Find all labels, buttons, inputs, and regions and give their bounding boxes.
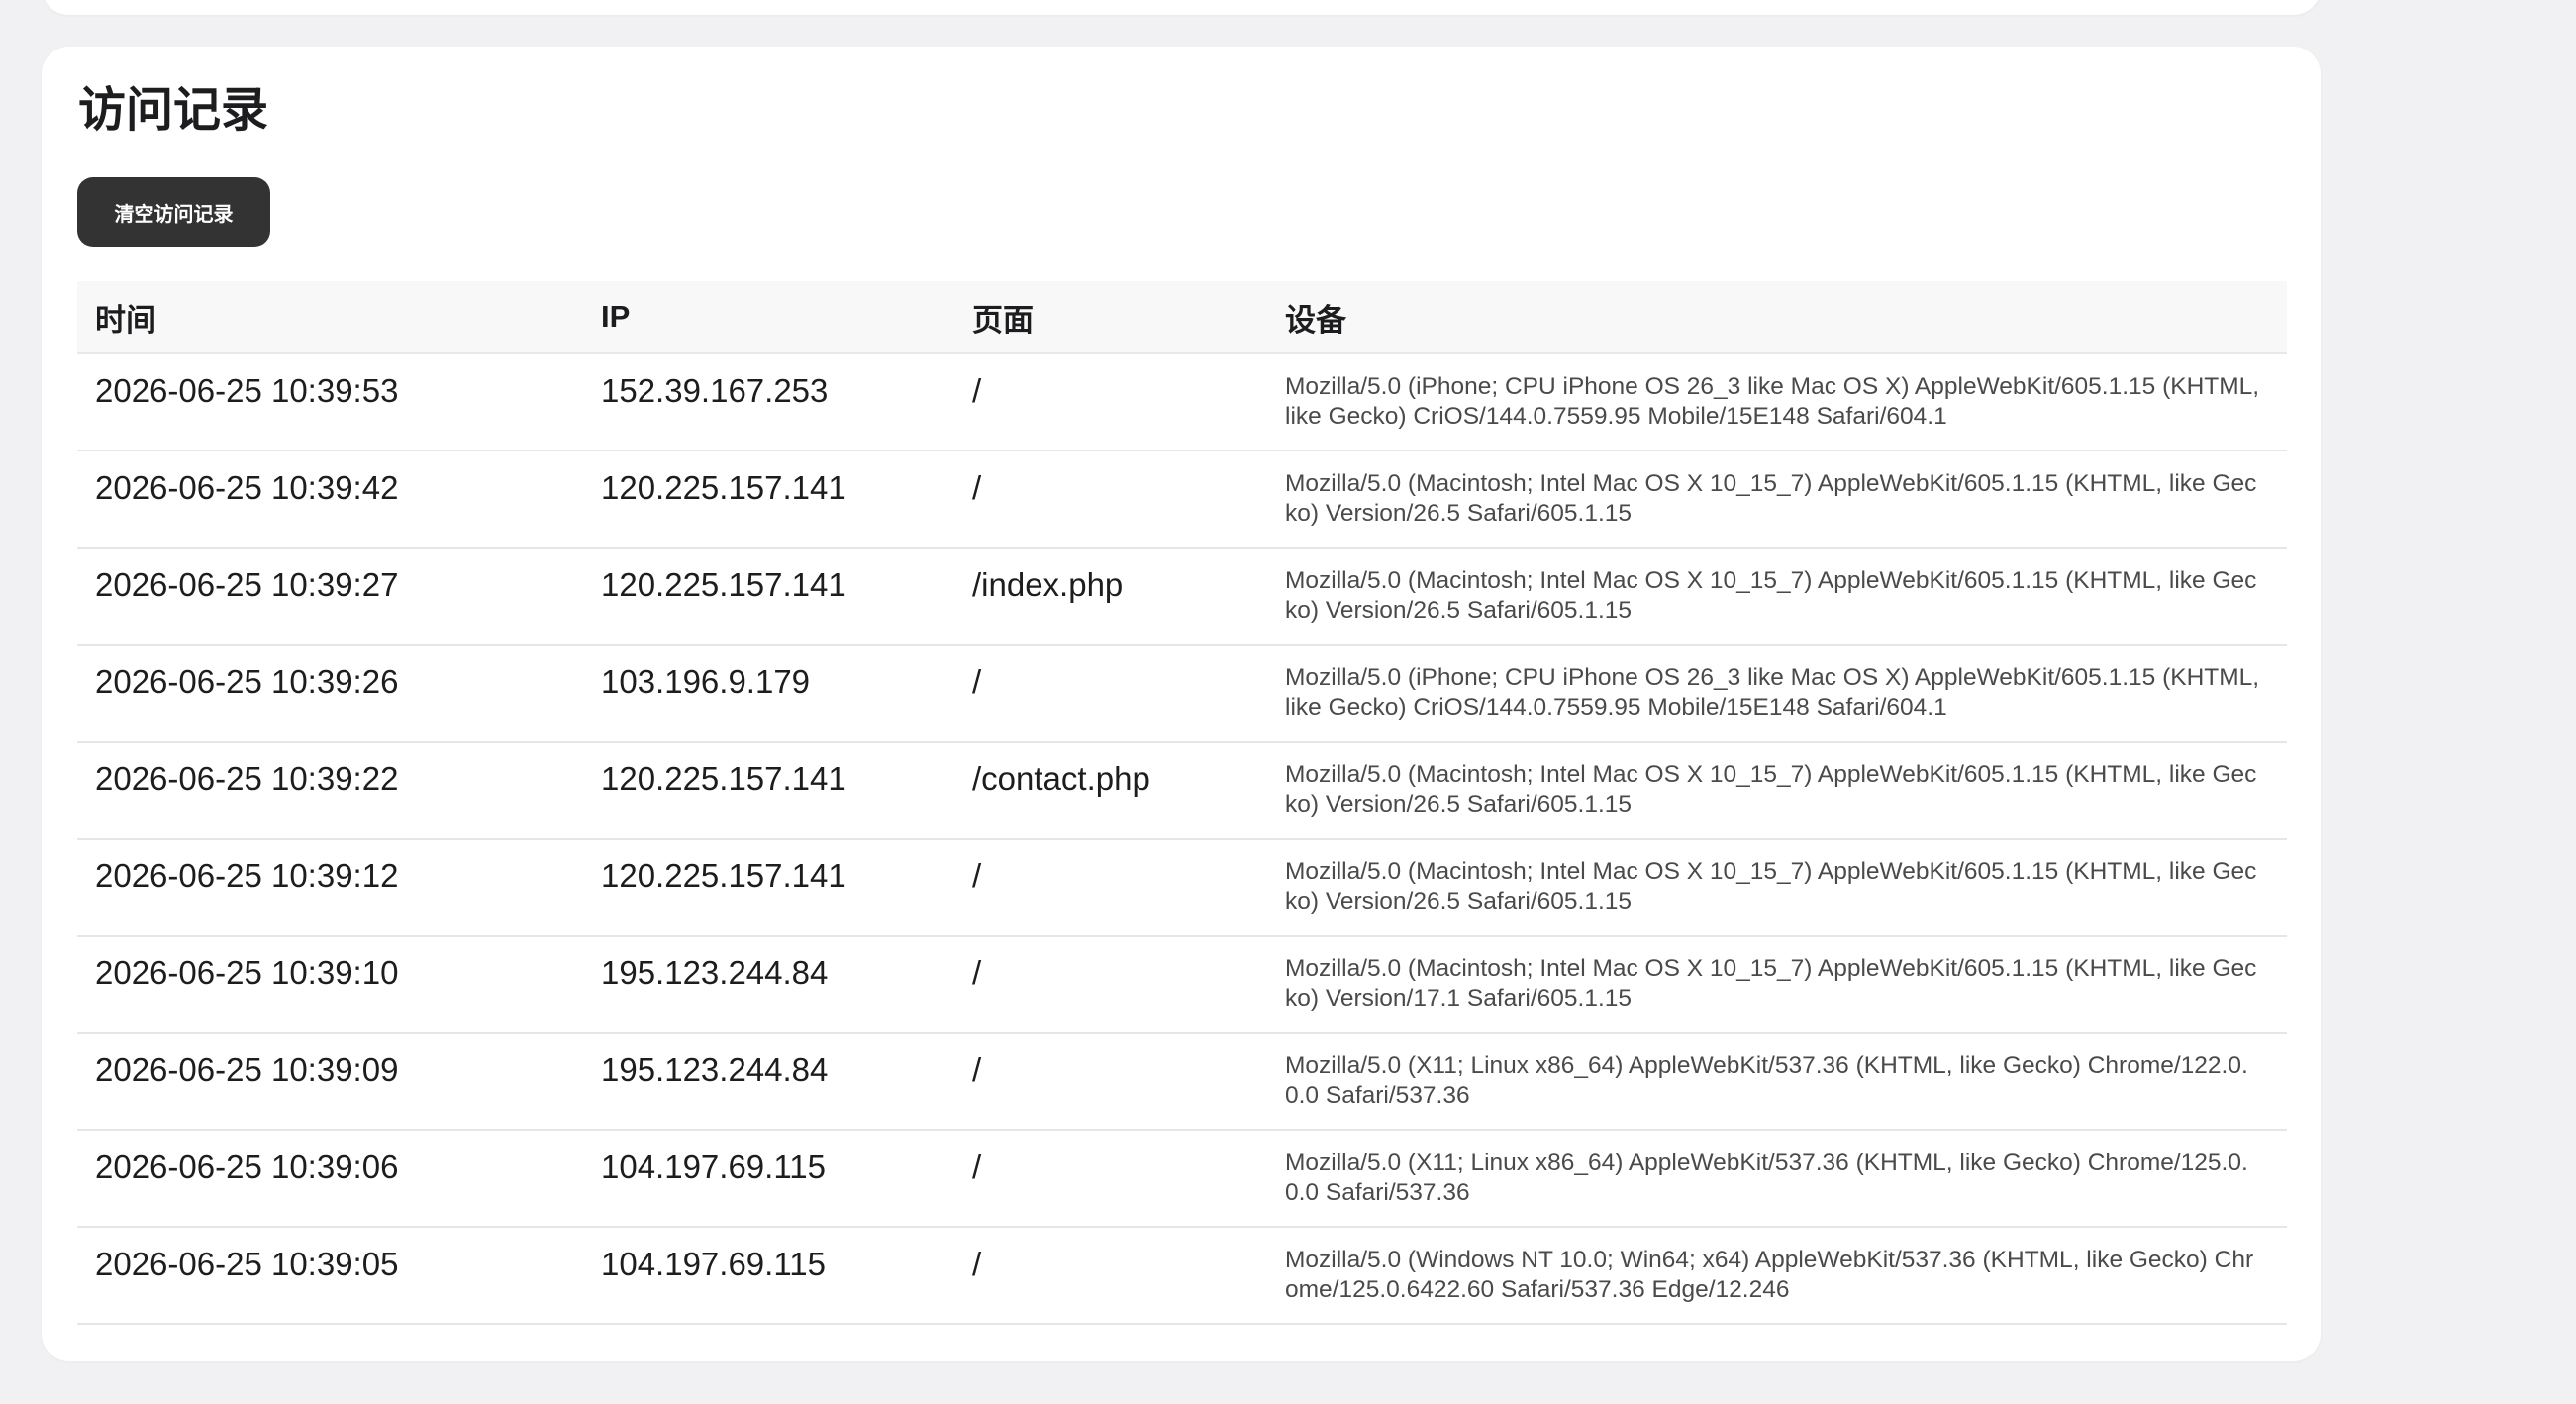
cell-time: 2026-06-25 10:39:42 [77, 451, 583, 549]
cell-time: 2026-06-25 10:39:05 [77, 1227, 583, 1325]
cell-time: 2026-06-25 10:39:27 [77, 548, 583, 646]
cell-time: 2026-06-25 10:39:10 [77, 936, 583, 1034]
cell-device: Mozilla/5.0 (Macintosh; Intel Mac OS X 1… [1267, 451, 2287, 549]
cell-device: Mozilla/5.0 (Macintosh; Intel Mac OS X 1… [1267, 839, 2287, 937]
cell-ip: 195.123.244.84 [583, 1033, 954, 1131]
table-row: 2026-06-25 10:39:42 120.225.157.141 / Mo… [77, 451, 2287, 549]
visit-log-table-container: 时间 IP 页面 设备 2026-06-25 10:39:53 152.39.1… [77, 281, 2287, 1325]
cell-device: Mozilla/5.0 (Macintosh; Intel Mac OS X 1… [1267, 742, 2287, 840]
cell-time: 2026-06-25 10:39:22 [77, 742, 583, 840]
cell-page: /index.php [954, 548, 1267, 646]
cell-page: / [954, 936, 1267, 1034]
cell-device: Mozilla/5.0 (iPhone; CPU iPhone OS 26_3 … [1267, 645, 2287, 743]
table-row: 2026-06-25 10:39:09 195.123.244.84 / Moz… [77, 1033, 2287, 1131]
cell-time: 2026-06-25 10:39:26 [77, 645, 583, 743]
cell-ip: 103.196.9.179 [583, 645, 954, 743]
cell-device: Mozilla/5.0 (iPhone; CPU iPhone OS 26_3 … [1267, 353, 2287, 451]
previous-section-card [42, 0, 2321, 15]
table-body: 2026-06-25 10:39:53 152.39.167.253 / Moz… [77, 353, 2287, 1325]
cell-ip: 152.39.167.253 [583, 353, 954, 451]
table-row: 2026-06-25 10:39:26 103.196.9.179 / Mozi… [77, 645, 2287, 743]
column-header-time: 时间 [77, 281, 583, 354]
cell-page: / [954, 645, 1267, 743]
cell-ip: 104.197.69.115 [583, 1227, 954, 1325]
cell-page: /contact.php [954, 742, 1267, 840]
table-row: 2026-06-25 10:39:53 152.39.167.253 / Moz… [77, 353, 2287, 451]
cell-ip: 104.197.69.115 [583, 1130, 954, 1228]
table-row: 2026-06-25 10:39:05 104.197.69.115 / Moz… [77, 1227, 2287, 1325]
column-header-page: 页面 [954, 281, 1267, 354]
cell-page: / [954, 353, 1267, 451]
cell-time: 2026-06-25 10:39:09 [77, 1033, 583, 1131]
cell-page: / [954, 1033, 1267, 1131]
column-header-device: 设备 [1267, 281, 2287, 354]
cell-ip: 120.225.157.141 [583, 548, 954, 646]
column-header-ip: IP [583, 281, 954, 354]
cell-device: Mozilla/5.0 (X11; Linux x86_64) AppleWeb… [1267, 1130, 2287, 1228]
visit-log-card: 访问记录 清空访问记录 时间 IP 页面 设备 2026-06-25 10:39… [42, 47, 2321, 1361]
cell-ip: 120.225.157.141 [583, 839, 954, 937]
table-header: 时间 IP 页面 设备 [77, 281, 2287, 354]
cell-time: 2026-06-25 10:39:12 [77, 839, 583, 937]
cell-ip: 195.123.244.84 [583, 936, 954, 1034]
table-row: 2026-06-25 10:39:12 120.225.157.141 / Mo… [77, 839, 2287, 937]
table-row: 2026-06-25 10:39:22 120.225.157.141 /con… [77, 742, 2287, 840]
cell-ip: 120.225.157.141 [583, 742, 954, 840]
table-header-row: 时间 IP 页面 设备 [77, 281, 2287, 354]
cell-page: / [954, 1130, 1267, 1228]
cell-device: Mozilla/5.0 (Windows NT 10.0; Win64; x64… [1267, 1227, 2287, 1325]
clear-visit-log-button[interactable]: 清空访问记录 [77, 177, 270, 247]
table-row: 2026-06-25 10:39:27 120.225.157.141 /ind… [77, 548, 2287, 646]
cell-time: 2026-06-25 10:39:53 [77, 353, 583, 451]
cell-time: 2026-06-25 10:39:06 [77, 1130, 583, 1228]
cell-page: / [954, 1227, 1267, 1325]
cell-ip: 120.225.157.141 [583, 451, 954, 549]
table-row: 2026-06-25 10:39:10 195.123.244.84 / Moz… [77, 936, 2287, 1034]
cell-device: Mozilla/5.0 (Macintosh; Intel Mac OS X 1… [1267, 548, 2287, 646]
cell-page: / [954, 451, 1267, 549]
section-title: 访问记录 [78, 84, 269, 137]
cell-page: / [954, 839, 1267, 937]
table-row: 2026-06-25 10:39:06 104.197.69.115 / Moz… [77, 1130, 2287, 1228]
visit-log-table: 时间 IP 页面 设备 2026-06-25 10:39:53 152.39.1… [77, 281, 2287, 1325]
cell-device: Mozilla/5.0 (Macintosh; Intel Mac OS X 1… [1267, 936, 2287, 1034]
cell-device: Mozilla/5.0 (X11; Linux x86_64) AppleWeb… [1267, 1033, 2287, 1131]
